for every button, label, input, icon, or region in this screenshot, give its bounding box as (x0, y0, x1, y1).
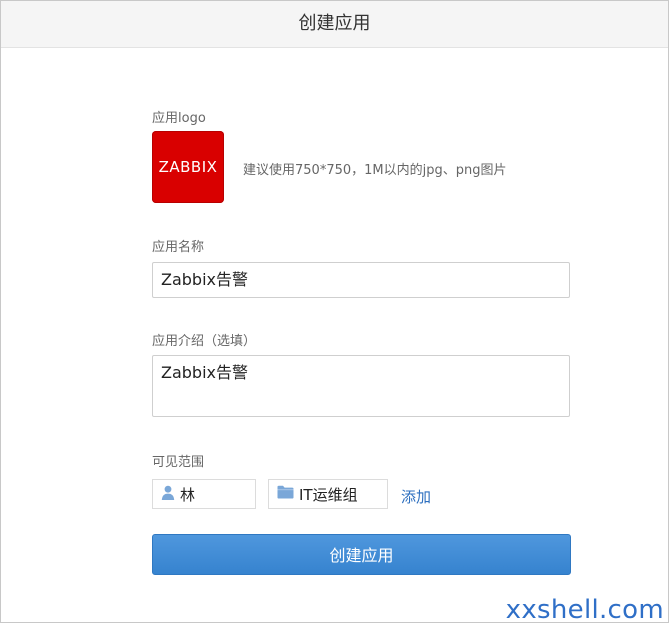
visible-user-chip[interactable]: 林 (152, 479, 256, 509)
logo-label: 应用logo (152, 111, 206, 126)
app-intro-label: 应用介绍（选填） (152, 334, 257, 349)
watermark: xxshell.com (505, 595, 664, 623)
app-name-label: 应用名称 (152, 240, 205, 255)
add-visibility-link[interactable]: 添加 (401, 486, 431, 507)
logo-hint: 建议使用750*750，1M以内的jpg、png图片 (243, 163, 507, 178)
app-intro-textarea[interactable]: Zabbix告警 (152, 355, 570, 417)
user-icon (161, 485, 175, 504)
page-title: 创建应用 (1, 1, 668, 48)
app-name-input[interactable]: Zabbix告警 (152, 262, 570, 298)
app-logo-upload[interactable]: ZABBIX (152, 131, 224, 203)
user-chip-text: 林 (180, 485, 196, 504)
logo-text: ZABBIX (158, 158, 218, 176)
visibility-label: 可见范围 (152, 455, 205, 470)
folder-icon (277, 485, 294, 503)
create-app-dialog: 创建应用 应用logo ZABBIX 建议使用750*750，1M以内的jpg、… (0, 0, 669, 623)
group-chip-text: IT运维组 (299, 485, 358, 504)
visible-group-chip[interactable]: IT运维组 (268, 479, 388, 509)
create-app-button[interactable]: 创建应用 (152, 534, 571, 575)
